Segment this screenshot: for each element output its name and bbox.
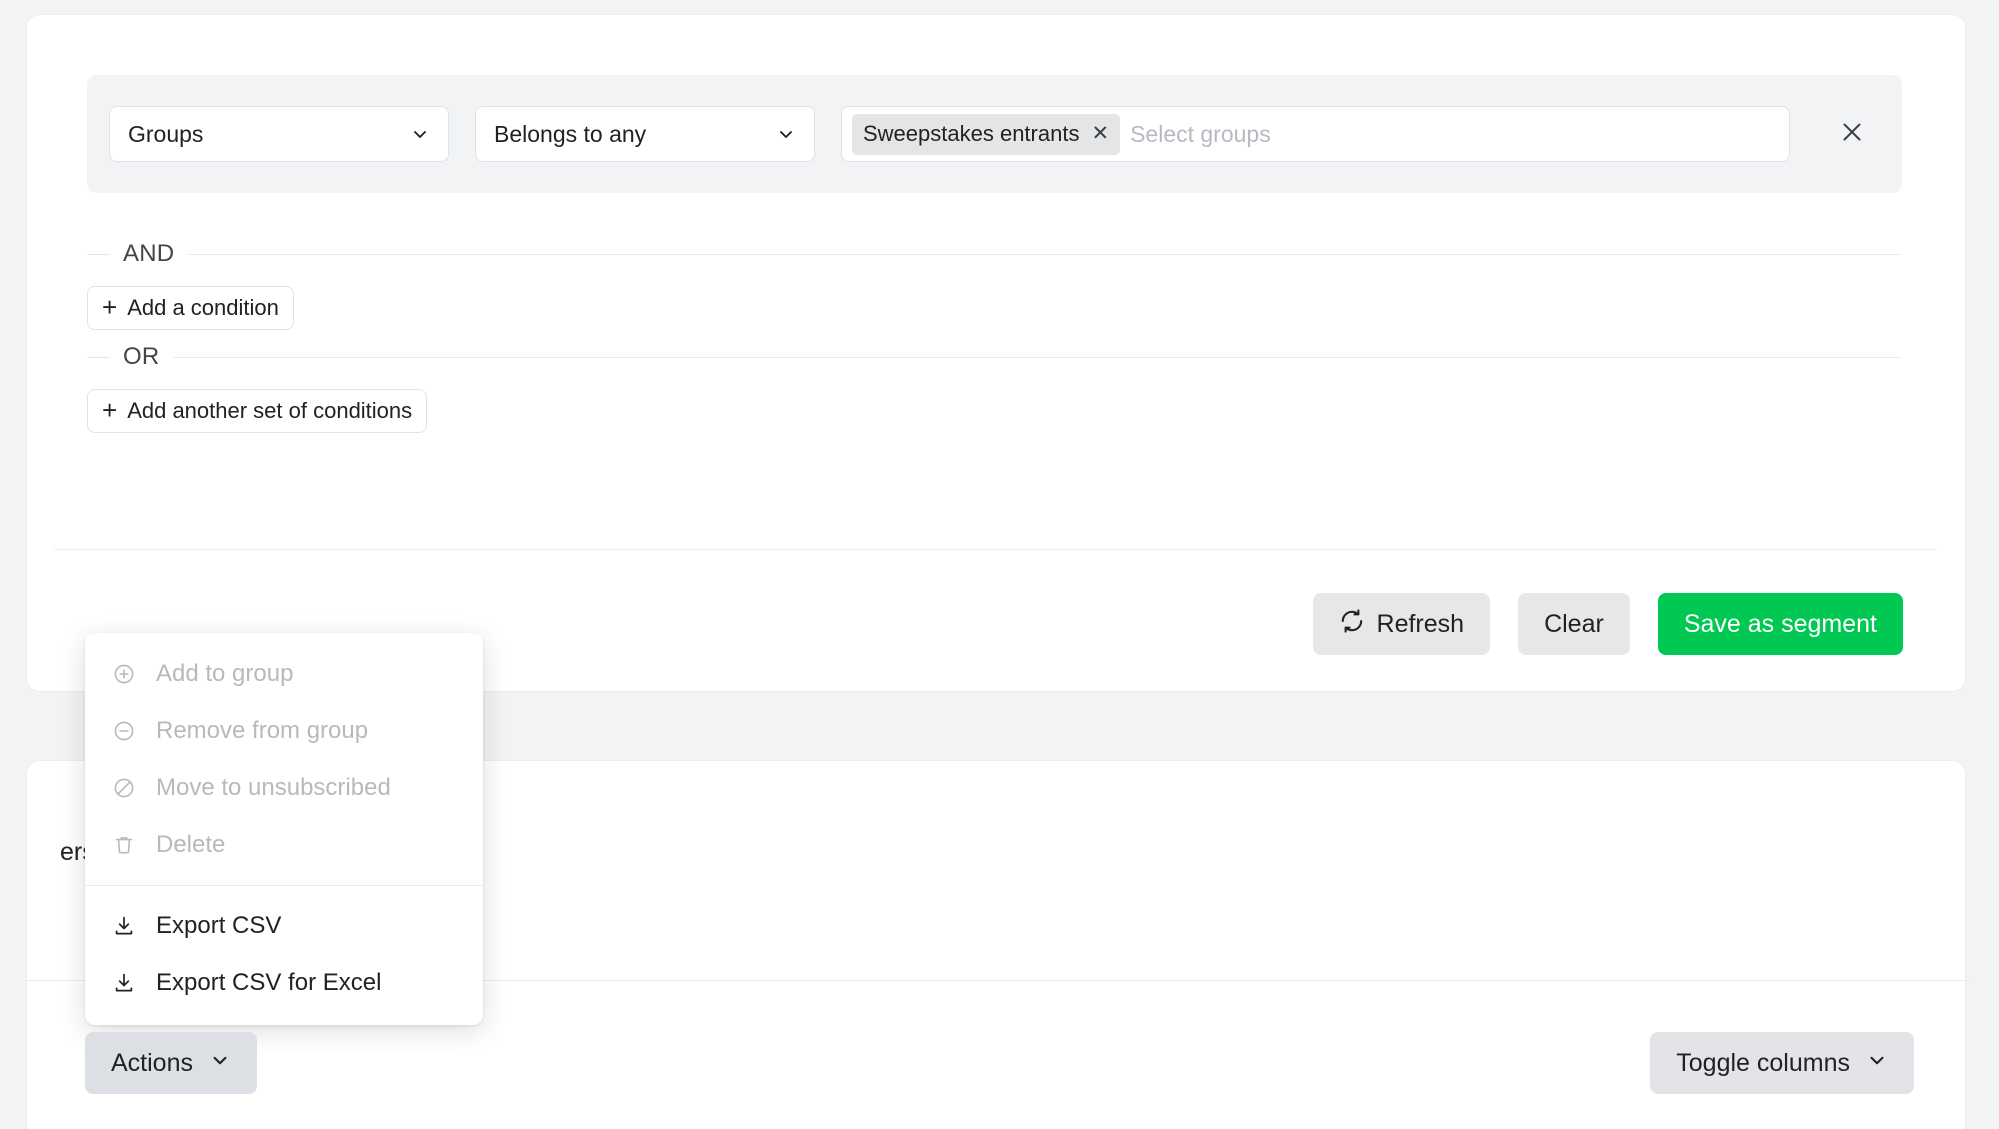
card-divider [54, 549, 1938, 550]
add-another-set-label: Add another set of conditions [127, 398, 413, 423]
remove-condition-button[interactable] [1824, 106, 1880, 162]
save-as-segment-label: Save as segment [1683, 609, 1877, 638]
condition-row: Groups Belongs to any Sweepstakes entran… [87, 75, 1902, 193]
menu-item-label: Add to group [156, 659, 294, 687]
selected-group-chip[interactable]: Sweepstakes entrants ✕ [852, 113, 1121, 155]
menu-separator [85, 885, 483, 886]
clear-label: Clear [1544, 609, 1604, 638]
refresh-button[interactable]: Refresh [1312, 593, 1491, 655]
toggle-columns-button[interactable]: Toggle columns [1650, 1032, 1914, 1094]
add-condition-label: Add a condition [127, 295, 279, 320]
divider-dash [87, 253, 109, 255]
menu-item-add-to-group[interactable]: Add to group [85, 645, 483, 702]
trash-icon [111, 833, 137, 857]
chevron-down-icon [1866, 1049, 1888, 1078]
filter-builder-card: Groups Belongs to any Sweepstakes entran… [26, 14, 1966, 692]
plus-icon: + [102, 292, 118, 322]
actions-label: Actions [111, 1048, 193, 1077]
filter-field-select[interactable]: Groups [109, 106, 449, 162]
save-as-segment-button[interactable]: Save as segment [1657, 593, 1903, 655]
and-label: AND [123, 240, 175, 267]
download-icon [111, 971, 137, 995]
menu-item-label: Remove from group [156, 716, 369, 744]
table-bottom-toolbar: Actions Toggle columns [27, 1030, 1972, 1096]
refresh-icon [1339, 608, 1365, 641]
chevron-down-icon [776, 124, 796, 144]
filter-actions-bar: Refresh Clear Save as segment [1312, 593, 1903, 655]
filter-operator-select[interactable]: Belongs to any [475, 106, 815, 162]
actions-dropdown-menu: Add to group Remove from group Move to u… [85, 633, 483, 1025]
app-page: Groups Belongs to any Sweepstakes entran… [0, 0, 1999, 1129]
close-icon[interactable]: ✕ [1091, 123, 1109, 144]
clear-button[interactable]: Clear [1518, 593, 1630, 655]
plus-icon: + [102, 395, 118, 425]
and-divider: AND [87, 240, 1902, 268]
close-icon [1839, 119, 1865, 150]
add-another-set-button[interactable]: + Add another set of conditions [87, 389, 428, 433]
or-label: OR [123, 343, 160, 370]
plus-circle-icon [111, 662, 137, 686]
groups-input-placeholder: Select groups [1130, 120, 1271, 147]
download-icon [111, 914, 137, 938]
menu-item-label: Delete [156, 830, 226, 858]
condition-group: Groups Belongs to any Sweepstakes entran… [87, 75, 1902, 193]
filter-field-value: Groups [128, 120, 204, 147]
or-divider: OR [87, 343, 1902, 371]
chevron-down-icon [410, 124, 430, 144]
minus-circle-icon [111, 719, 137, 743]
actions-button[interactable]: Actions [85, 1032, 257, 1094]
menu-item-move-to-unsubscribed[interactable]: Move to unsubscribed [85, 759, 483, 816]
menu-item-label: Export CSV [156, 911, 282, 939]
divider-dash [87, 356, 109, 358]
toggle-columns-label: Toggle columns [1676, 1048, 1850, 1077]
chip-label: Sweepstakes entrants [863, 120, 1080, 146]
divider-line [188, 253, 1902, 255]
menu-item-delete[interactable]: Delete [85, 816, 483, 873]
menu-item-remove-from-group[interactable]: Remove from group [85, 702, 483, 759]
menu-item-export-csv-for-excel[interactable]: Export CSV for Excel [85, 954, 483, 1011]
menu-item-label: Export CSV for Excel [156, 968, 382, 996]
menu-item-label: Move to unsubscribed [156, 773, 391, 801]
refresh-label: Refresh [1376, 609, 1465, 638]
menu-item-export-csv[interactable]: Export CSV [85, 897, 483, 954]
groups-multiselect-input[interactable]: Sweepstakes entrants ✕ Select groups [841, 106, 1790, 162]
filter-operator-value: Belongs to any [494, 120, 647, 147]
ban-icon [111, 776, 137, 800]
add-condition-button[interactable]: + Add a condition [87, 286, 294, 330]
divider-line [173, 356, 1902, 358]
chevron-down-icon [209, 1049, 231, 1078]
